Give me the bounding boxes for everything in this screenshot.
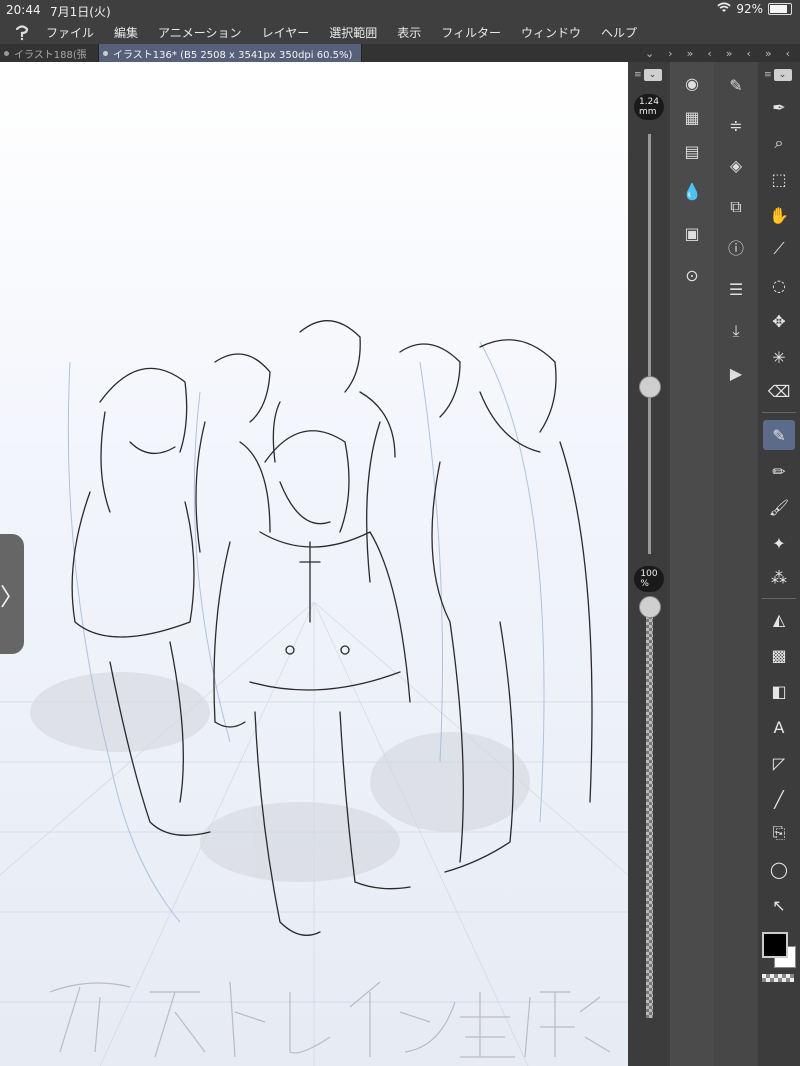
brush-opacity-value: 100% [640,569,658,589]
chevron-left-icon[interactable]: ‹ [786,47,790,60]
tool-divider [762,412,796,413]
sub-view-icon[interactable]: ▦ [679,104,705,130]
eyedropper-icon[interactable]: ⟋ [763,234,795,264]
menu-window[interactable]: ウィンドウ [511,24,591,41]
timeline-icon[interactable]: ▤ [679,138,705,164]
zoom-icon[interactable]: ⌕ [763,128,795,158]
menu-selection[interactable]: 選択範囲 [319,24,387,41]
menu-lines-icon: ≡ [634,70,642,80]
tab-label: イラスト136* (B5 2508 x 3541px 350dpi 60.5%) [113,49,353,61]
tool-property-icon[interactable]: ✎ [723,72,749,98]
hand-icon[interactable]: ✋ [763,200,795,230]
brush-size-readout: 1.24 mm [634,94,664,120]
brush-size-knob[interactable] [639,376,661,398]
layer-icon[interactable]: ◈ [723,152,749,178]
chevron-left-icon[interactable]: ‹ [707,47,711,60]
menu-layer[interactable]: レイヤー [252,24,320,41]
move-icon[interactable]: ✥ [763,306,795,336]
main-color-swatch[interactable] [762,932,788,958]
menu-lines-icon: ≡ [764,70,772,80]
layer-property-icon[interactable]: ≑ [723,112,749,138]
tool-panel-menu-button[interactable]: ≡ ⌄ [764,68,794,82]
double-chevron-right-icon[interactable]: » [726,47,733,60]
brush-size-value: 1.24 mm [638,97,660,117]
drawing-canvas[interactable]: 〉 [0,62,628,1066]
transparent-color-swatch[interactable] [762,974,794,982]
animation-cel-icon[interactable]: ▶ [723,360,749,386]
color-set-icon[interactable]: 💧 [679,178,705,204]
tab-document-136[interactable]: イラスト136* (B5 2508 x 3541px 350dpi 60.5%) [99,44,362,62]
eraser-icon[interactable]: ⌫ [763,376,795,406]
battery-icon [768,3,792,15]
chevron-right-icon[interactable]: › [668,47,672,60]
status-right: 92% [717,2,792,16]
navigator-icon[interactable]: ◉ [679,70,705,96]
figure-icon[interactable]: ◸ [763,748,795,778]
menu-filter[interactable]: フィルター [431,24,511,41]
export-icon[interactable]: ⤓ [723,318,749,344]
correct-line-icon[interactable]: ↖ [763,890,795,920]
battery-percent: 92% [736,2,763,16]
tab-list-chevron-icon[interactable]: ⌄ [645,47,654,60]
pen-tool-icon[interactable]: ✎ [763,420,795,450]
balloon-icon[interactable]: ◯ [763,854,795,884]
brush-size-track[interactable] [648,134,651,554]
text-icon[interactable]: A [763,712,795,742]
menu-animation[interactable]: アニメーション [148,24,252,41]
double-chevron-right-icon[interactable]: » [687,47,694,60]
airbrush-icon[interactable]: ⁂ [763,562,795,592]
tab-controls: ⌄ › » ‹ » ‹ » ‹ [645,44,800,62]
chevron-right-icon: 〉 [0,582,24,611]
material-icon[interactable]: ▣ [679,220,705,246]
panel-menu-button[interactable]: ≡ ⌄ [634,68,664,82]
fill-icon[interactable]: ◭ [763,604,795,634]
side-panel-toggle[interactable]: 〉 [0,534,24,654]
layer-search-icon[interactable]: ⧉ [723,194,749,220]
panel-icons-column-1: ◉ ▦ ▤ 💧 ▣ ⊙ [670,62,714,1066]
tab-label: イラスト188(張 [14,49,87,61]
tab-dot-icon [4,50,9,56]
pen-icon[interactable]: ✒ [763,92,795,122]
panel-icons-column-2: ✎ ≑ ◈ ⧉ ⓘ ☰ ⤓ ▶ [714,62,758,1066]
chevron-down-icon: ⌄ [773,69,792,81]
sparkle-decoration-icon[interactable]: ✦ [763,528,795,558]
menu-file[interactable]: ファイル [36,24,104,41]
brush-opacity-track[interactable] [646,598,653,1018]
auto-select-icon[interactable]: ✳ [763,342,795,372]
line-icon[interactable]: ╱ [763,784,795,814]
gradient-icon[interactable]: ◧ [763,676,795,706]
ruler-icon[interactable]: ⎘ [763,818,795,848]
status-date: 7月1日(火) [50,5,111,19]
app-logo-icon[interactable] [8,20,36,44]
menu-view[interactable]: 表示 [387,24,431,41]
pencil-icon[interactable]: ✏ [763,456,795,486]
history-icon[interactable]: ☰ [723,276,749,302]
tool-palette: ≡ ⌄ ✒ ⌕ ⬚ ✋ ⟋ ◌ ✥ ✳ ⌫ ✎ ✏ 🖌 ✦ ⁂ ◭ ▩ ◧ A … [758,62,800,1066]
brush-icon[interactable]: 🖌 [763,492,795,522]
brush-slider-panel: ≡ ⌄ 1.24 mm 100% [628,62,670,1066]
material-stamp-icon[interactable]: ▩ [763,640,795,670]
brush-opacity-readout: 100% [634,566,664,592]
chevron-down-icon: ⌄ [643,69,662,81]
brush-opacity-knob[interactable] [639,596,661,618]
tab-dot-icon [103,50,108,56]
wifi-icon [717,2,732,16]
document-tab-bar: イラスト188(張 イラスト136* (B5 2508 x 3541px 350… [0,44,800,62]
auto-action-icon[interactable]: ⊙ [679,262,705,288]
menu-help[interactable]: ヘルプ [591,24,647,41]
status-bar: 20:44 7月1日(火) 92% [0,0,800,20]
status-time: 20:44 [6,3,41,17]
lasso-select-icon[interactable]: ◌ [763,270,795,300]
double-chevron-right-icon[interactable]: » [765,47,772,60]
item-bank-icon[interactable]: ⓘ [723,234,749,260]
menu-edit[interactable]: 編集 [104,24,148,41]
tool-divider [762,598,796,599]
move-object-icon[interactable]: ⬚ [763,164,795,194]
tab-document-188[interactable]: イラスト188(張 [0,44,99,62]
chevron-left-icon[interactable]: ‹ [746,47,750,60]
sketch-artwork [0,319,628,1066]
menu-bar: ファイル 編集 アニメーション レイヤー 選択範囲 表示 フィルター ウィンドウ… [0,20,800,44]
